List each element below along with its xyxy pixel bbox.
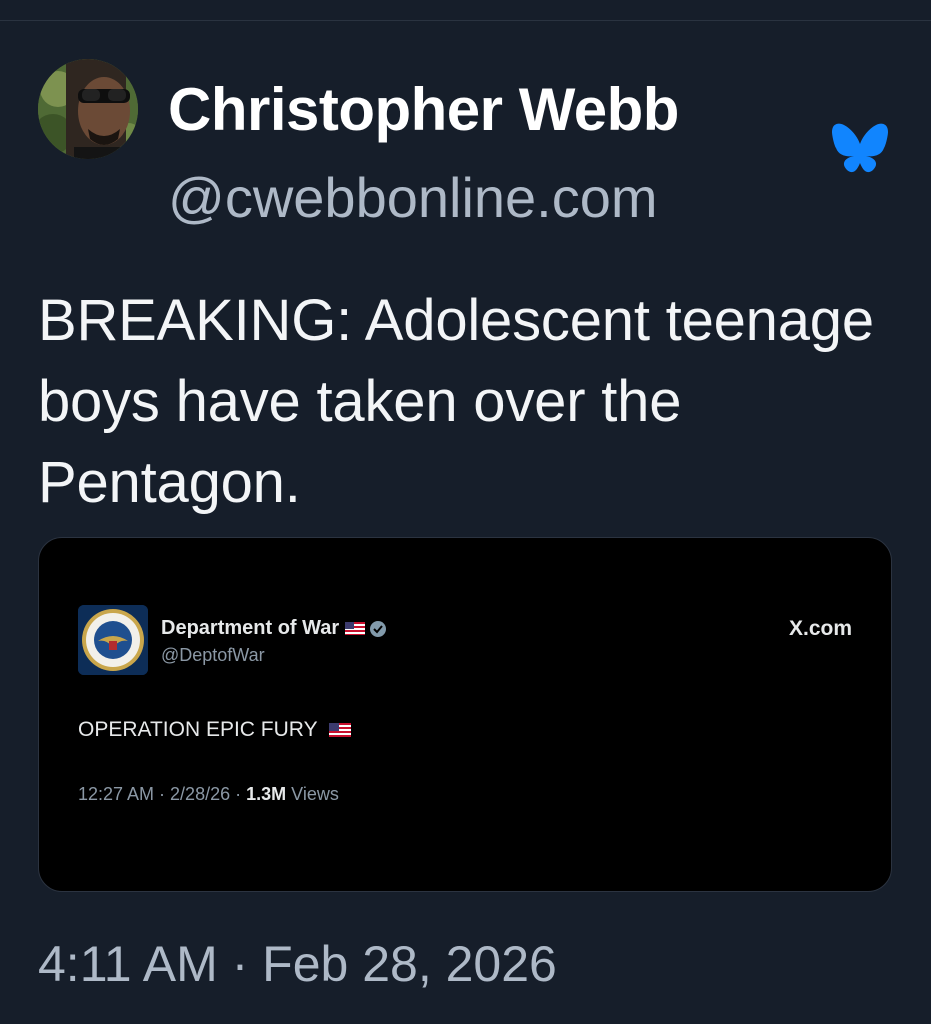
department-seal-icon xyxy=(78,605,148,675)
author-avatar[interactable] xyxy=(38,59,138,159)
author-name[interactable]: Christopher Webb xyxy=(168,72,679,148)
quoted-post-views-count: 1.3M xyxy=(246,784,287,804)
source-label[interactable]: X.com xyxy=(789,617,852,641)
top-divider xyxy=(0,20,931,21)
us-flag-icon xyxy=(329,723,352,738)
quoted-post-text-content: OPERATION EPIC FURY xyxy=(78,718,318,741)
post-timestamp[interactable]: 4:11 AM · Feb 28, 2026 xyxy=(38,932,557,996)
butterfly-icon[interactable] xyxy=(832,123,888,173)
quoted-post-text: OPERATION EPIC FURY xyxy=(78,718,352,742)
post-text: BREAKING: Adolescent teenage boys have t… xyxy=(38,288,874,515)
author-handle[interactable]: @cwebbonline.com xyxy=(168,165,658,231)
quoted-account-name-text[interactable]: Department of War xyxy=(161,617,339,639)
quoted-post-meta: 12:27 AM · 2/28/26 · 1.3M Views xyxy=(78,784,339,805)
quoted-post-time: 12:27 AM · 2/28/26 · xyxy=(78,784,242,804)
quoted-account-name[interactable]: Department of War xyxy=(161,617,387,640)
us-flag-icon xyxy=(345,622,366,636)
verified-badge-icon xyxy=(370,620,387,637)
quoted-post-views-label: Views xyxy=(291,784,339,804)
quoted-account-handle[interactable]: @DeptofWar xyxy=(161,645,265,666)
quoted-post-card[interactable]: Department of War @DeptofWar X.com OPERA… xyxy=(38,537,892,892)
